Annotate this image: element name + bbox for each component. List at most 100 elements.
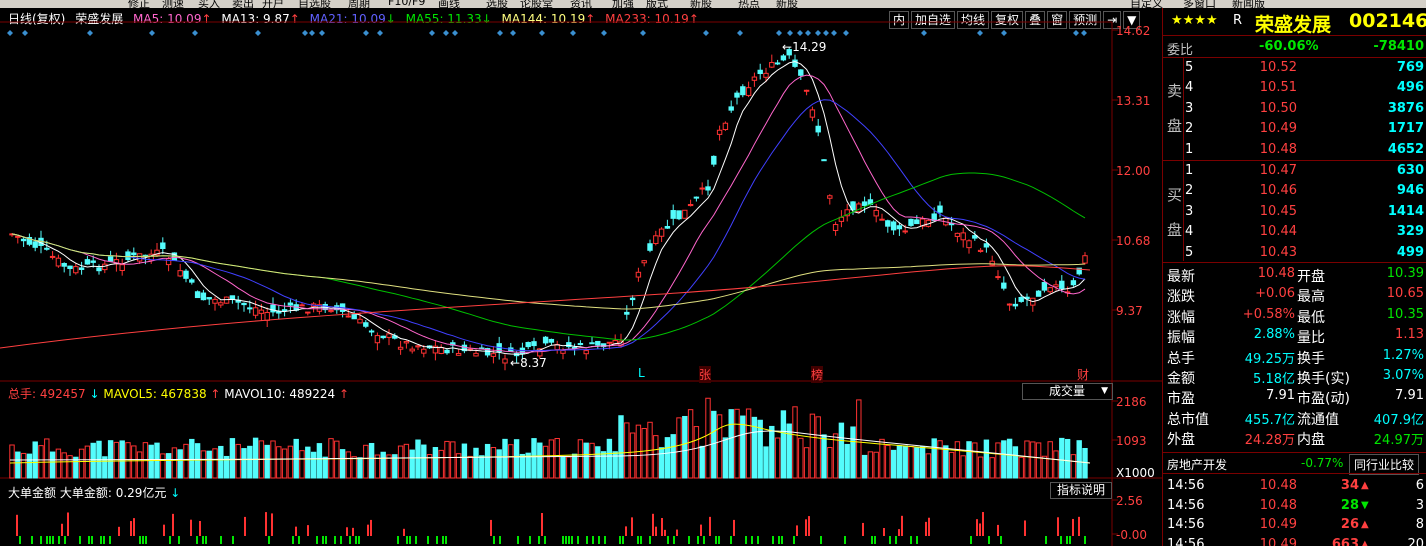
marker-rank[interactable]: 榜 <box>811 366 824 383</box>
top-menu-item[interactable]: 测速 <box>162 0 184 8</box>
volume-bar <box>960 455 966 479</box>
top-menu-item[interactable]: 修正 <box>128 0 150 8</box>
kline-chart-area[interactable]: 日线(复权) 荣盛发展 MA5: 10.09↑ MA13: 9.87↑ MA21… <box>0 8 1163 546</box>
candle-body <box>368 330 375 333</box>
candle-body <box>438 347 444 354</box>
volume-bar <box>1035 442 1042 479</box>
top-menu-item[interactable]: 多窗口 <box>1183 0 1216 8</box>
stat-value: 10.35 <box>1386 306 1424 322</box>
sell-level-row[interactable]: 2 10.49 1717 <box>1163 119 1426 140</box>
top-menu-item[interactable]: 新股 <box>776 0 798 8</box>
volume-bar <box>972 442 978 479</box>
indicator-help-button[interactable]: 指标说明 <box>1050 482 1112 499</box>
top-menu-item[interactable]: 论股堂 <box>520 0 553 8</box>
kline-svg[interactable] <box>0 8 1163 546</box>
top-menu-item[interactable]: 自选股 <box>298 0 331 8</box>
top-menu-item[interactable]: 选股 <box>486 0 508 8</box>
stock-name-title: 荣盛发展 <box>1255 14 1332 36</box>
volume-bar <box>728 409 734 479</box>
volume-bar <box>890 449 897 479</box>
tick-price: 10.48 <box>1259 478 1297 493</box>
level-volume: 630 <box>1396 163 1424 178</box>
candle-body <box>264 312 270 321</box>
tick-count: 8 <box>1415 517 1424 532</box>
volume-bar <box>316 443 323 479</box>
top-menu-item[interactable]: 周期 <box>348 0 370 8</box>
level-volume: 3876 <box>1387 100 1424 116</box>
candle-body <box>1001 282 1007 289</box>
volume-bar <box>403 443 410 479</box>
industry-compare-button[interactable]: 同行业比较 <box>1349 454 1420 475</box>
sell-level-row[interactable]: 4 10.51 496 <box>1163 78 1426 99</box>
top-menu-item[interactable]: 加强 <box>612 0 634 8</box>
candle-body <box>177 270 183 277</box>
buy-level-row[interactable]: 5 10.43 499 <box>1163 243 1426 264</box>
top-menu-item[interactable]: 开户 <box>262 0 284 8</box>
volume-bar <box>989 457 995 479</box>
volume-bar <box>380 451 386 479</box>
top-menu-item[interactable]: 新闻版 <box>1232 0 1265 8</box>
candle-body <box>299 304 305 307</box>
level-num: 2 <box>1185 183 1194 199</box>
top-menu-item[interactable]: 买入 <box>198 0 220 8</box>
quote-stat-row: 总手 49.25万 换手 1.27% <box>1163 346 1426 367</box>
volume-bar <box>339 449 346 479</box>
industry-name[interactable]: 房地产开发 <box>1167 456 1227 473</box>
candle-body <box>102 263 108 271</box>
sell-level-row[interactable]: 5 10.52 769 <box>1163 58 1426 79</box>
volume-down-icon: ↓ <box>85 387 104 401</box>
sell-level-row[interactable]: 3 10.50 3876 <box>1163 99 1426 120</box>
price-tick: 10.68 <box>1116 234 1151 248</box>
quote-title: ★★★★ R 荣盛发展 002146 <box>1163 10 1426 36</box>
volume-bar <box>919 446 926 479</box>
quote-stat-row: 总市值 455.7亿 流通值 407.9亿 <box>1163 407 1426 428</box>
marker-finance[interactable]: 财 <box>1077 366 1089 383</box>
volume-bar <box>241 448 247 479</box>
volume-tick: 1093 <box>1116 434 1147 448</box>
candle-body <box>635 271 642 278</box>
top-menu-item[interactable]: 热点 <box>738 0 760 8</box>
volume-bar <box>305 446 311 479</box>
stat-label: 金额 <box>1167 371 1195 387</box>
volume-indicator-dropdown[interactable]: 成交量 ▼ <box>1022 383 1113 400</box>
volume-bar <box>664 437 671 479</box>
top-menu-item[interactable]: 版式 <box>646 0 668 8</box>
volume-bar <box>537 442 543 479</box>
volume-bar <box>26 453 33 479</box>
marker-limit-up[interactable]: 张 <box>699 366 712 383</box>
volume-bar <box>189 438 195 479</box>
signal-diamond-icon <box>787 30 793 36</box>
top-menu-item[interactable]: 画线 <box>438 0 460 8</box>
top-menu-item[interactable]: 新股 <box>690 0 712 8</box>
candle-body <box>194 291 201 299</box>
marker-l[interactable]: L <box>638 366 645 380</box>
tick-direction-icon: ▼ <box>1361 499 1369 511</box>
candle-body <box>966 240 972 249</box>
volume-bar <box>583 442 589 479</box>
stat-label: 市盈 <box>1167 391 1195 408</box>
volume-bar <box>1030 441 1036 479</box>
candle-body <box>183 270 189 279</box>
buy-level-row[interactable]: 2 10.46 946 <box>1163 181 1426 202</box>
buy-level-row[interactable]: 4 10.44 329 <box>1163 222 1426 243</box>
stat-value: 10.39 <box>1386 266 1424 281</box>
quote-stat-row: 振幅 2.88% 量比 1.13 <box>1163 325 1426 346</box>
candle-body <box>252 307 259 316</box>
buy-level-row[interactable]: 1 10.47 630 <box>1163 161 1426 182</box>
top-menu-item[interactable]: F10/F9 <box>388 0 425 8</box>
volume-bar <box>438 449 444 479</box>
sell-level-row[interactable]: 1 10.48 4652 <box>1163 140 1426 161</box>
volume-bar <box>693 426 700 479</box>
volume-bar <box>397 445 404 479</box>
volume-bar <box>55 448 62 479</box>
top-menu-item[interactable]: 资讯 <box>570 0 592 8</box>
top-menu-item[interactable]: 卖出 <box>232 0 254 8</box>
buy-level-row[interactable]: 3 10.45 1414 <box>1163 202 1426 223</box>
top-menu-item[interactable]: 自定义 <box>1130 0 1163 8</box>
volume-bar <box>299 450 305 479</box>
volume-bar <box>803 447 810 479</box>
level-num: 4 <box>1185 80 1194 96</box>
level-volume: 946 <box>1396 183 1424 199</box>
volume-bar <box>1064 438 1071 479</box>
volume-bar <box>658 447 665 479</box>
